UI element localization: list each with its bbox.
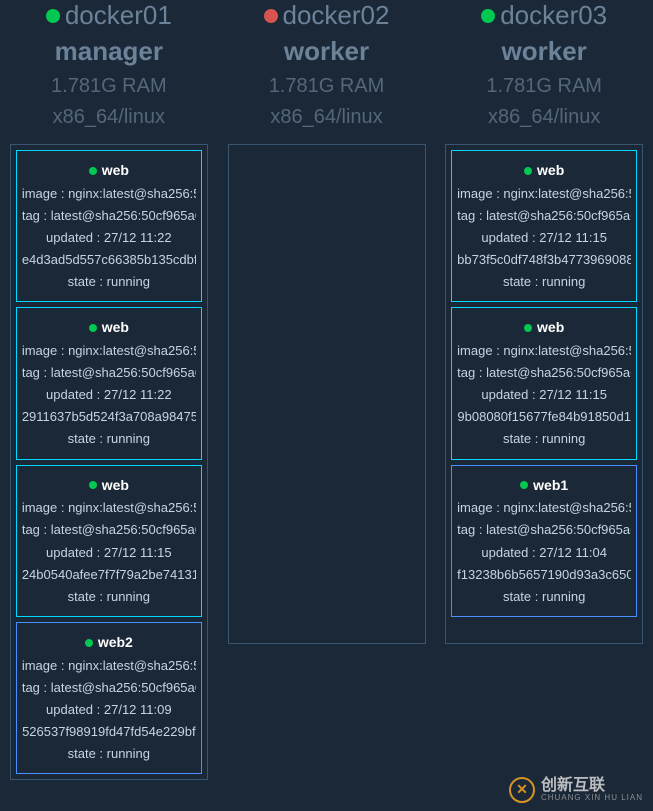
service-image: image : nginx:latest@sha256:5 [22, 497, 196, 519]
services-container: web image : nginx:latest@sha256:5 tag : … [10, 144, 208, 780]
status-dot-icon [264, 9, 278, 23]
service-card-web[interactable]: web image : nginx:latest@sha256:5 tag : … [451, 307, 637, 459]
service-id: 526537f98919fd47fd54e229bf [22, 721, 196, 743]
node-title[interactable]: docker01 [46, 0, 172, 31]
service-updated: updated : 27/12 11:15 [22, 542, 196, 564]
watermark-logo-icon: ✕ [509, 777, 535, 803]
service-status-icon [524, 324, 532, 332]
service-card-web[interactable]: web image : nginx:latest@sha256:5 tag : … [16, 307, 202, 459]
service-title: web [22, 474, 196, 498]
watermark-text: 创新互联 CHUANG XIN HU LIAN [541, 777, 643, 803]
service-state: state : running [457, 428, 631, 450]
watermark-en: CHUANG XIN HU LIAN [541, 794, 643, 803]
service-title: web [22, 316, 196, 340]
service-card-web2[interactable]: web2 image : nginx:latest@sha256:5 tag :… [16, 622, 202, 774]
service-updated: updated : 27/12 11:15 [457, 384, 631, 406]
node-column-docker01: docker01 manager 1.781G RAM x86_64/linux… [0, 0, 218, 780]
node-arch: x86_64/linux [46, 106, 172, 129]
service-status-icon [89, 167, 97, 175]
service-status-icon [524, 167, 532, 175]
service-id: 2911637b5d524f3a708a98475 [22, 406, 196, 428]
service-updated: updated : 27/12 11:22 [22, 227, 196, 249]
service-state: state : running [22, 586, 196, 608]
services-container: web image : nginx:latest@sha256:5 tag : … [445, 144, 643, 644]
node-header: docker02 worker 1.781G RAM x86_64/linux [254, 0, 400, 129]
service-tag: tag : latest@sha256:50cf965a6 [22, 677, 196, 699]
service-status-icon [89, 324, 97, 332]
service-name: web [102, 159, 129, 183]
service-image: image : nginx:latest@sha256:5 [22, 655, 196, 677]
service-id: 9b08080f15677fe84b91850d1 [457, 406, 631, 428]
service-state: state : running [457, 271, 631, 293]
node-arch: x86_64/linux [481, 106, 607, 129]
service-tag: tag : latest@sha256:50cf965a6 [22, 205, 196, 227]
service-status-icon [85, 639, 93, 647]
service-updated: updated : 27/12 11:15 [457, 227, 631, 249]
service-tag: tag : latest@sha256:50cf965a6 [457, 205, 631, 227]
service-title: web [457, 159, 631, 183]
node-header: docker03 worker 1.781G RAM x86_64/linux [471, 0, 617, 129]
service-state: state : running [22, 271, 196, 293]
node-ram: 1.781G RAM [481, 75, 607, 98]
service-status-icon [520, 481, 528, 489]
service-card-web[interactable]: web image : nginx:latest@sha256:5 tag : … [451, 150, 637, 302]
service-title: web [22, 159, 196, 183]
service-title: web [457, 316, 631, 340]
watermark-cn: 创新互联 [541, 777, 643, 795]
service-title: web2 [22, 631, 196, 655]
service-image: image : nginx:latest@sha256:5 [457, 340, 631, 362]
status-dot-icon [46, 9, 60, 23]
services-container [228, 144, 426, 644]
service-image: image : nginx:latest@sha256:5 [457, 183, 631, 205]
service-name: web [102, 474, 129, 498]
service-id: 24b0540afee7f7f79a2be74131 [22, 564, 196, 586]
node-role: worker [481, 36, 607, 67]
service-tag: tag : latest@sha256:50cf965a6 [22, 362, 196, 384]
node-role: manager [46, 36, 172, 67]
service-card-web[interactable]: web image : nginx:latest@sha256:5 tag : … [16, 150, 202, 302]
service-name: web [537, 316, 564, 340]
node-title[interactable]: docker02 [264, 0, 390, 31]
service-name: web1 [533, 474, 568, 498]
node-arch: x86_64/linux [264, 106, 390, 129]
service-status-icon [89, 481, 97, 489]
service-image: image : nginx:latest@sha256:5 [457, 497, 631, 519]
service-image: image : nginx:latest@sha256:5 [22, 183, 196, 205]
node-ram: 1.781G RAM [264, 75, 390, 98]
node-name: docker02 [283, 0, 390, 31]
node-column-docker03: docker03 worker 1.781G RAM x86_64/linux … [435, 0, 653, 780]
service-updated: updated : 27/12 11:09 [22, 699, 196, 721]
service-tag: tag : latest@sha256:50cf965a6 [22, 519, 196, 541]
service-state: state : running [457, 586, 631, 608]
service-state: state : running [22, 743, 196, 765]
watermark: ✕ 创新互联 CHUANG XIN HU LIAN [509, 777, 643, 803]
service-id: bb73f5c0df748f3b4773969088 [457, 249, 631, 271]
service-tag: tag : latest@sha256:50cf965a6 [457, 362, 631, 384]
service-card-web[interactable]: web image : nginx:latest@sha256:5 tag : … [16, 465, 202, 617]
service-image: image : nginx:latest@sha256:5 [22, 340, 196, 362]
service-id: e4d3ad5d557c66385b135cdbf [22, 249, 196, 271]
service-name: web2 [98, 631, 133, 655]
service-state: state : running [22, 428, 196, 450]
service-card-web1[interactable]: web1 image : nginx:latest@sha256:5 tag :… [451, 465, 637, 617]
service-name: web [537, 159, 564, 183]
nodes-row: docker01 manager 1.781G RAM x86_64/linux… [0, 0, 653, 780]
node-header: docker01 manager 1.781G RAM x86_64/linux [36, 0, 182, 129]
status-dot-icon [481, 9, 495, 23]
node-title[interactable]: docker03 [481, 0, 607, 31]
node-ram: 1.781G RAM [46, 75, 172, 98]
service-title: web1 [457, 474, 631, 498]
node-name: docker01 [65, 0, 172, 31]
service-updated: updated : 27/12 11:22 [22, 384, 196, 406]
service-id: f13238b6b5657190d93a3c650 [457, 564, 631, 586]
node-name: docker03 [500, 0, 607, 31]
service-name: web [102, 316, 129, 340]
node-column-docker02: docker02 worker 1.781G RAM x86_64/linux [218, 0, 436, 780]
service-tag: tag : latest@sha256:50cf965a6 [457, 519, 631, 541]
service-updated: updated : 27/12 11:04 [457, 542, 631, 564]
node-role: worker [264, 36, 390, 67]
